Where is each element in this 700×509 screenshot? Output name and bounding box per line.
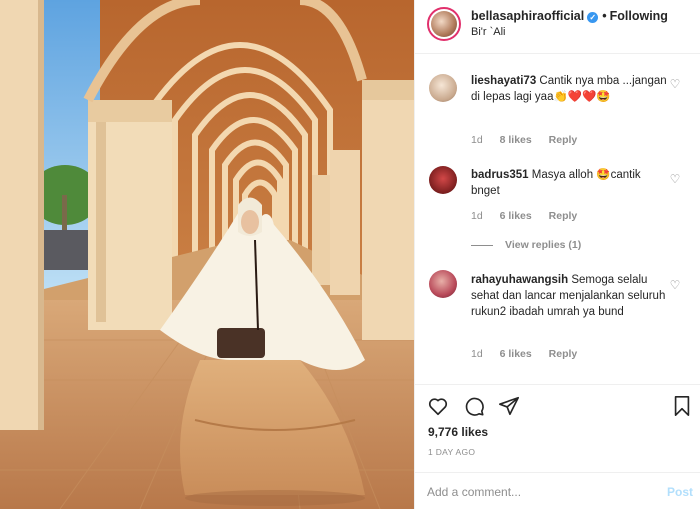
reply-button[interactable]: Reply <box>549 348 578 360</box>
comment-like-heart-icon[interactable]: ♡ <box>668 77 682 91</box>
likes-count[interactable]: 9,776 likes <box>428 425 488 439</box>
comment-text: lieshayati73 Cantik nya mba ...jangan di… <box>471 73 667 105</box>
comment-time: 1d <box>471 348 483 360</box>
comment-meta: 1d 6 likes Reply <box>471 348 591 360</box>
post-location[interactable]: Bi'r `Ali <box>471 26 506 38</box>
verified-badge-icon: ✓ <box>587 12 599 23</box>
photo-illustration <box>0 0 414 509</box>
commenter-avatar[interactable] <box>429 166 457 194</box>
comment-likes[interactable]: 6 likes <box>500 348 532 360</box>
commenter-username[interactable]: rahayuhawangsih <box>471 274 568 286</box>
author-line: bellasaphiraofficial ✓ • Following <box>471 9 668 23</box>
reply-button[interactable]: Reply <box>549 134 578 146</box>
add-comment-bar: Post <box>415 472 700 509</box>
comment-meta: 1d 6 likes Reply <box>471 210 591 222</box>
comment-input[interactable] <box>427 482 647 502</box>
post-header: bellasaphiraofficial ✓ • Following Bi'r `Al… <box>415 0 700 54</box>
follow-status-button[interactable]: Following <box>610 9 668 23</box>
view-replies-label: View replies (1) <box>505 239 582 251</box>
commenter-avatar[interactable] <box>429 270 457 298</box>
comment-icon[interactable] <box>463 395 485 417</box>
reply-button[interactable]: Reply <box>549 210 578 222</box>
comment-text: rahayuhawangsih Semoga selalu sehat dan … <box>471 272 667 320</box>
commenter-avatar[interactable] <box>429 74 457 102</box>
view-replies-line <box>471 244 493 246</box>
comment-like-heart-icon[interactable]: ♡ <box>668 278 682 292</box>
comment-like-heart-icon[interactable]: ♡ <box>668 172 682 186</box>
post-details-panel: bellasaphiraofficial ✓ • Following Bi'r `Al… <box>414 0 700 509</box>
post-time-ago: 1 DAY AGO <box>428 447 476 457</box>
comment-time: 1d <box>471 210 483 222</box>
view-replies-button[interactable]: View replies (1) <box>471 239 581 251</box>
commenter-username[interactable]: lieshayati73 <box>471 75 536 87</box>
post-comment-button[interactable]: Post <box>667 485 693 499</box>
post-actions: 9,776 likes 1 DAY AGO <box>415 384 700 478</box>
comment-text: badrus351 Masya alloh 🤩cantik bnget <box>471 167 667 199</box>
separator-dot: • <box>602 9 607 23</box>
comment-likes[interactable]: 6 likes <box>500 210 532 222</box>
commenter-username[interactable]: badrus351 <box>471 169 529 181</box>
comment-likes[interactable]: 8 likes <box>500 134 532 146</box>
author-avatar[interactable] <box>427 7 461 41</box>
author-username[interactable]: bellasaphiraofficial <box>471 9 584 23</box>
comment-time: 1d <box>471 134 483 146</box>
paper-plane-icon[interactable] <box>498 395 520 417</box>
post-photo[interactable] <box>0 0 414 509</box>
bookmark-icon[interactable] <box>671 395 693 417</box>
comment-meta: 1d 8 likes Reply <box>471 134 591 146</box>
heart-icon[interactable] <box>427 395 449 417</box>
